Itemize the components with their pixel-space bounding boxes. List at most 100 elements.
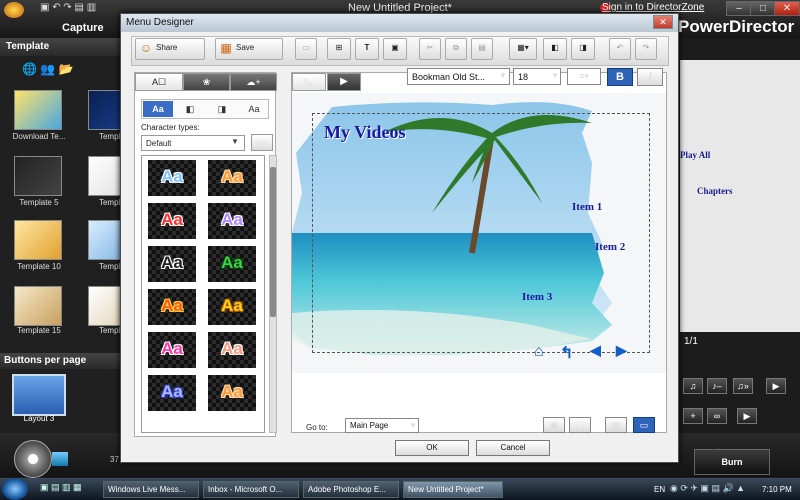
- character-types-settings-button[interactable]: ▭: [251, 134, 273, 151]
- goto-select[interactable]: Main Page: [345, 418, 419, 433]
- cut-icon[interactable]: ✂: [419, 38, 441, 60]
- seg-outline[interactable]: Aa: [239, 101, 269, 117]
- taskbar-item[interactable]: Inbox - Microsoft O...: [203, 481, 299, 498]
- bold-button[interactable]: B: [607, 68, 633, 86]
- link-icon[interactable]: ∞: [707, 408, 727, 424]
- undo-icon[interactable]: ↶: [609, 38, 631, 60]
- text-style-swatch[interactable]: Aa: [148, 160, 196, 196]
- arrange-back-icon[interactable]: ◨: [571, 38, 595, 60]
- full-view-icon[interactable]: ▭: [633, 417, 655, 433]
- menu-item-1[interactable]: Item 1: [572, 201, 602, 213]
- next-icon[interactable]: ▶: [616, 343, 627, 360]
- text-style-swatch[interactable]: Aa: [148, 375, 196, 411]
- disc-blue-indicator: [52, 452, 68, 466]
- signin-link[interactable]: Sign in to DirectorZone: [602, 2, 704, 13]
- music-remove-icon[interactable]: ♪–: [707, 378, 727, 394]
- layout-thumb[interactable]: [12, 374, 66, 416]
- text-style-swatch[interactable]: Aa: [208, 203, 256, 239]
- safe-zone-icon[interactable]: ⬚: [569, 417, 591, 433]
- music-settings-icon[interactable]: ♫»: [733, 378, 753, 394]
- tab-capture[interactable]: Capture: [62, 22, 104, 34]
- clock: 7:10 PM: [762, 485, 792, 494]
- save-button[interactable]: ▦ Save: [215, 38, 283, 60]
- dialog-close-button[interactable]: ✕: [653, 15, 673, 29]
- scrollbar-thumb[interactable]: [270, 167, 276, 317]
- chevron-down-icon: ▼: [551, 71, 559, 80]
- return-icon[interactable]: ↰: [560, 343, 573, 363]
- tab-preview[interactable]: ▶: [327, 73, 361, 91]
- text-style-swatches: Aa Aa Aa Aa Aa Aa Aa Aa Aa Aa Aa Aa: [141, 155, 265, 433]
- image-icon[interactable]: ▭: [295, 38, 317, 60]
- template-label: Template 5: [19, 198, 59, 207]
- minimize-button[interactable]: –: [726, 1, 752, 16]
- share-button[interactable]: ☺ Share: [135, 38, 205, 60]
- chevron-down-icon: ▼: [499, 71, 507, 80]
- copy-icon[interactable]: ⧉: [445, 38, 467, 60]
- menu-canvas[interactable]: My Videos Item 1 Item 2 Item 3 ⌂ ↰ ◀ ▶: [292, 93, 666, 373]
- template-label: Download Te...: [12, 132, 66, 141]
- burn-button[interactable]: Burn: [694, 449, 770, 475]
- page-count: 1/1: [684, 336, 698, 347]
- library-toolbar-icons[interactable]: 🌐 👥 📂: [22, 62, 102, 78]
- grid-dropdown-button[interactable]: ▦▾: [509, 38, 537, 60]
- set-thumbnail-icon[interactable]: ▣: [543, 417, 565, 433]
- seg-shadow[interactable]: ◧: [175, 101, 205, 117]
- music-icon[interactable]: ♫: [683, 378, 703, 394]
- text-style-swatch[interactable]: Aa: [208, 160, 256, 196]
- tab-shapes[interactable]: ☁+: [230, 73, 277, 91]
- text-style-swatch[interactable]: Aa: [208, 375, 256, 411]
- tab-edit-menu[interactable]: ◺: [292, 73, 326, 91]
- language-indicator[interactable]: EN: [654, 485, 665, 494]
- paste-icon[interactable]: ▤: [471, 38, 493, 60]
- seg-gradient[interactable]: ◨: [207, 101, 237, 117]
- home-icon[interactable]: ⌂: [534, 343, 544, 361]
- text-style-swatch[interactable]: Aa: [208, 289, 256, 325]
- template-thumb[interactable]: [14, 156, 62, 196]
- arrange-front-icon[interactable]: ◧: [543, 38, 567, 60]
- menu-title-text[interactable]: My Videos: [324, 122, 406, 143]
- taskbar-item-active[interactable]: New Untitled Project*: [403, 481, 503, 498]
- disc-icon: [14, 440, 52, 478]
- quick-access-icons[interactable]: ▣ ↶ ↷ ▤ ▥: [40, 2, 96, 13]
- tab-effects[interactable]: ❀: [183, 73, 230, 91]
- text-style-swatch[interactable]: Aa: [208, 246, 256, 282]
- previous-icon[interactable]: ◀: [590, 343, 601, 360]
- insert-button-icon[interactable]: ▣: [383, 38, 407, 60]
- text-style-swatch[interactable]: Aa: [208, 332, 256, 368]
- text-style-swatch[interactable]: Aa: [148, 246, 196, 282]
- play-icon[interactable]: ▶: [766, 378, 786, 394]
- start-button[interactable]: [2, 478, 28, 500]
- font-family-select[interactable]: Bookman Old St...: [407, 68, 510, 85]
- align-dropdown-button[interactable]: ≡▾: [567, 68, 601, 85]
- text-style-swatch[interactable]: Aa: [148, 332, 196, 368]
- add-icon[interactable]: +: [683, 408, 703, 424]
- menu-item-2[interactable]: Item 2: [595, 241, 625, 253]
- redo-icon[interactable]: ↷: [635, 38, 657, 60]
- character-types-label: Character types:: [141, 123, 200, 132]
- text-style-swatch[interactable]: Aa: [148, 289, 196, 325]
- taskbar-item[interactable]: Windows Live Mess...: [103, 481, 199, 498]
- play-icon[interactable]: ▶: [737, 408, 757, 424]
- ok-button[interactable]: OK: [395, 440, 469, 456]
- italic-button[interactable]: I: [637, 68, 663, 86]
- template-thumb[interactable]: [14, 90, 62, 130]
- tab-text-style[interactable]: A☐: [135, 73, 183, 91]
- grid-view-icon[interactable]: ▦: [605, 417, 627, 433]
- maximize-button[interactable]: □: [750, 1, 776, 16]
- cancel-button[interactable]: Cancel: [476, 440, 550, 456]
- tray-icons[interactable]: ◉ ⟳ ✈ ▣ ▤ 🔊 ▲: [670, 483, 745, 494]
- counter-value: 37: [110, 455, 119, 464]
- template-thumb[interactable]: [14, 220, 62, 260]
- quick-launch-icons[interactable]: ▣ ▤ ▥ ▦: [40, 482, 82, 493]
- template-header: Template: [0, 38, 122, 56]
- seg-text-style[interactable]: Aa: [143, 101, 173, 117]
- template-thumb[interactable]: [14, 286, 62, 326]
- insert-text-button[interactable]: T: [355, 38, 379, 60]
- template-label: Template 10: [17, 262, 61, 271]
- text-style-swatch[interactable]: Aa: [148, 203, 196, 239]
- close-button[interactable]: ✕: [774, 1, 800, 16]
- insert-image-button[interactable]: ⊞: [327, 38, 351, 60]
- taskbar-item[interactable]: Adobe Photoshop E...: [303, 481, 399, 498]
- menu-item-3[interactable]: Item 3: [522, 291, 552, 303]
- character-types-select[interactable]: Default: [141, 135, 245, 151]
